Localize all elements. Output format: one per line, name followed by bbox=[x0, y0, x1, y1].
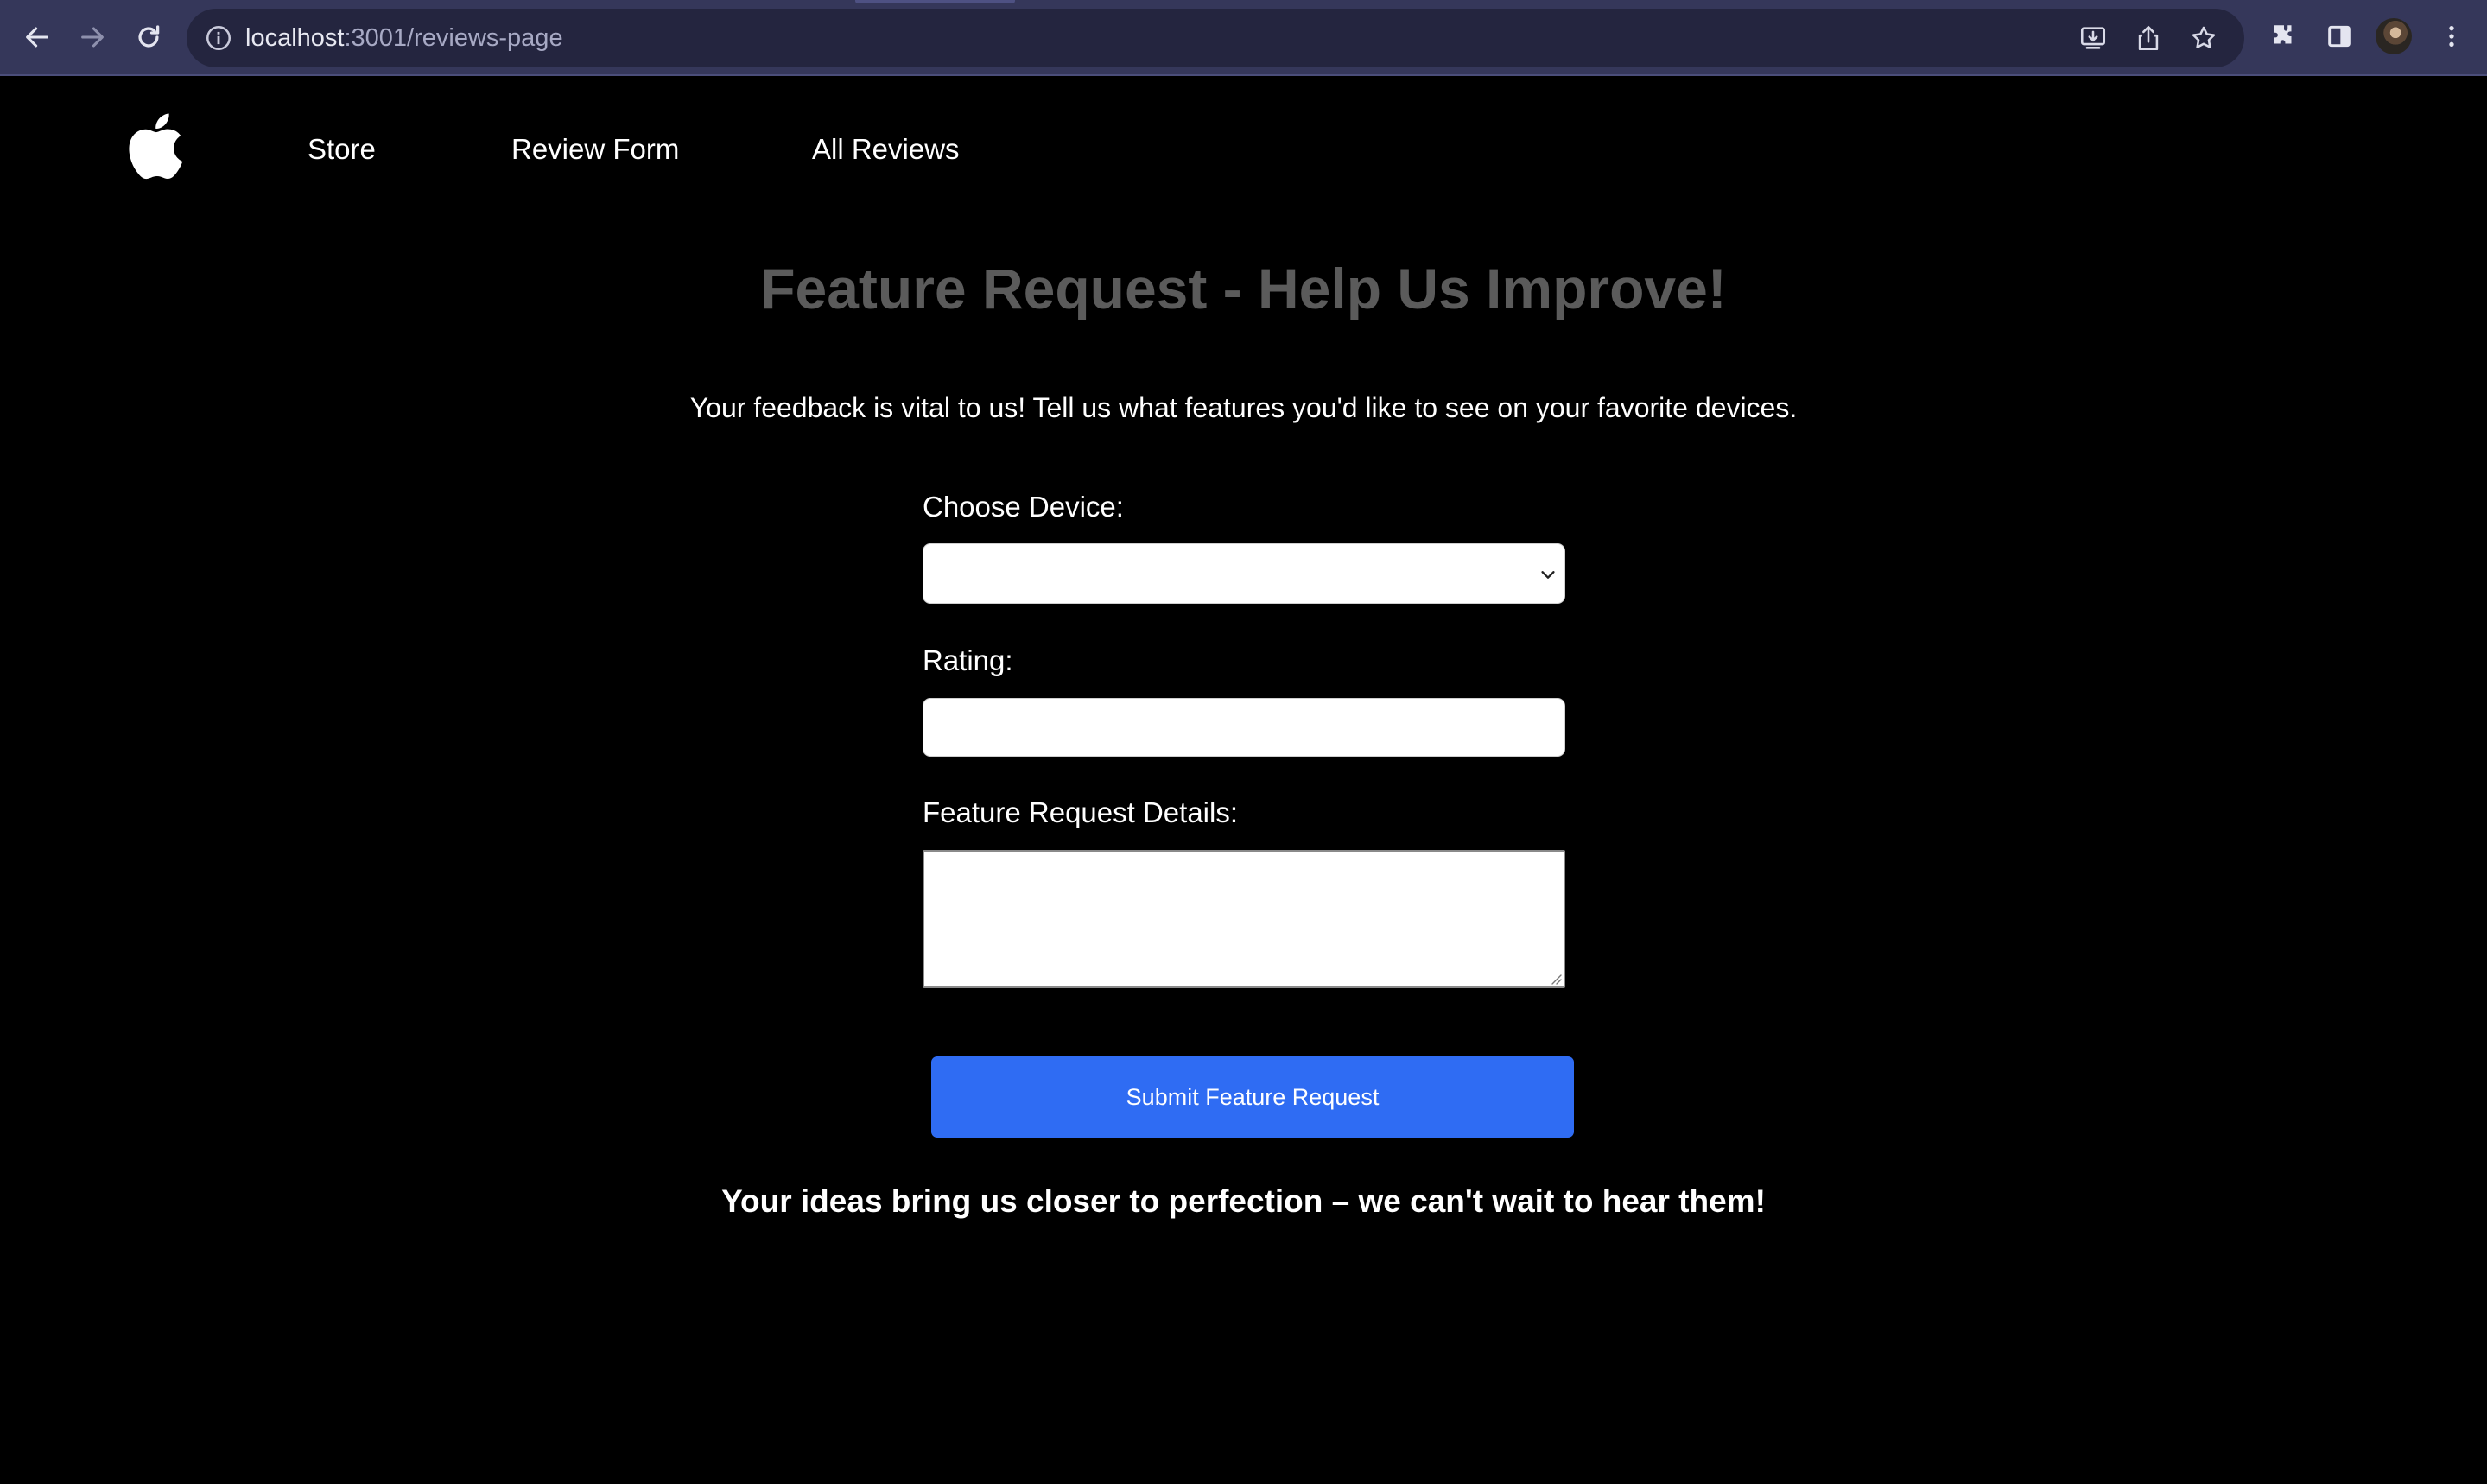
profile-avatar[interactable] bbox=[2376, 18, 2412, 54]
install-icon[interactable] bbox=[2078, 23, 2108, 53]
chevron-down-icon bbox=[1541, 571, 1555, 579]
reload-button[interactable] bbox=[129, 17, 168, 57]
reload-icon bbox=[138, 25, 160, 48]
side-panel-icon bbox=[2328, 25, 2351, 48]
forward-button[interactable] bbox=[73, 17, 112, 57]
bookmark-star-icon[interactable] bbox=[2189, 23, 2218, 53]
rating-input[interactable] bbox=[923, 698, 1565, 757]
rating-label: Rating: bbox=[923, 644, 1013, 676]
site-navigation: Store Review Form All Reviews bbox=[0, 78, 2487, 225]
url-text[interactable]: localhost:3001/reviews-page bbox=[245, 9, 563, 67]
active-tab-indicator[interactable] bbox=[855, 0, 1015, 3]
info-icon[interactable] bbox=[204, 23, 233, 53]
extensions-icon bbox=[2274, 25, 2292, 44]
side-panel-button[interactable] bbox=[2322, 19, 2357, 54]
nav-link-all-reviews[interactable]: All Reviews bbox=[812, 133, 960, 166]
page-title: Feature Request - Help Us Improve! bbox=[760, 257, 1727, 320]
closing-message: Your ideas bring us closer to perfection… bbox=[721, 1183, 1766, 1219]
device-select[interactable] bbox=[923, 543, 1565, 604]
url-host: localhost bbox=[245, 24, 345, 52]
back-arrow-icon bbox=[26, 27, 48, 48]
url-path: :3001/reviews-page bbox=[344, 24, 563, 52]
browser-menu-button[interactable] bbox=[2434, 19, 2469, 54]
resize-handle-icon[interactable] bbox=[1548, 971, 1562, 985]
kebab-menu-icon bbox=[2449, 26, 2454, 47]
extensions-button[interactable] bbox=[2267, 19, 2301, 54]
forward-arrow-icon bbox=[81, 27, 104, 48]
details-label: Feature Request Details: bbox=[923, 796, 1239, 828]
back-button[interactable] bbox=[17, 17, 57, 57]
details-textarea[interactable] bbox=[923, 850, 1565, 988]
nav-link-store[interactable]: Store bbox=[308, 133, 376, 166]
device-label: Choose Device: bbox=[923, 491, 1124, 523]
address-bar[interactable]: localhost:3001/reviews-page bbox=[187, 9, 2244, 67]
apple-logo-icon[interactable] bbox=[121, 109, 185, 183]
share-icon[interactable] bbox=[2134, 23, 2163, 53]
submit-feature-request-button[interactable]: Submit Feature Request bbox=[931, 1056, 1574, 1138]
browser-toolbar: localhost:3001/reviews-page bbox=[0, 0, 2487, 76]
nav-link-review-form[interactable]: Review Form bbox=[511, 133, 679, 166]
intro-text: Your feedback is vital to us! Tell us wh… bbox=[689, 392, 1798, 423]
